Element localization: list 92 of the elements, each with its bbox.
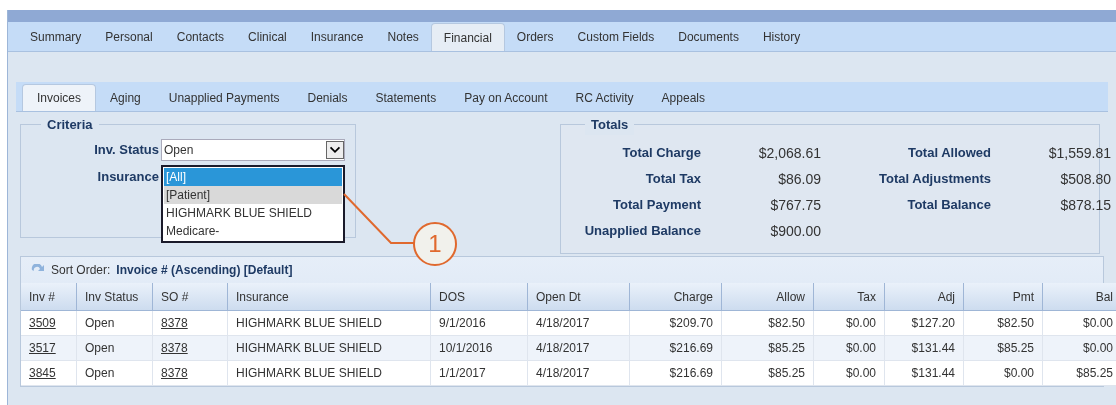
- main-tab[interactable]: Personal: [93, 23, 165, 51]
- table-cell: $0.00: [814, 336, 885, 361]
- column-header[interactable]: Charge: [630, 283, 722, 311]
- table-cell: HIGHMARK BLUE SHIELD: [228, 361, 431, 386]
- sort-value: Invoice # (Ascending) [Default]: [116, 262, 293, 279]
- table-cell: $216.69: [630, 336, 722, 361]
- table-cell: 4/18/2017: [528, 336, 630, 361]
- table-cell: 4/18/2017: [528, 361, 630, 386]
- total-value: $86.09: [777, 170, 821, 189]
- total-value: $878.15: [1059, 196, 1111, 215]
- dropdown-option[interactable]: [Patient]: [164, 186, 342, 204]
- main-tab[interactable]: Financial: [430, 23, 505, 51]
- table-cell: $82.50: [964, 311, 1043, 336]
- field-label: Inv. Status: [93, 141, 160, 160]
- table-cell: $85.25: [1043, 361, 1116, 386]
- inv-status-dropdown[interactable]: Open: [161, 139, 345, 161]
- table-cell[interactable]: 8378: [153, 361, 228, 386]
- main-tab[interactable]: Clinical: [236, 23, 299, 51]
- main-tab[interactable]: Insurance: [298, 23, 376, 51]
- table-cell: HIGHMARK BLUE SHIELD: [228, 311, 431, 336]
- dropdown-option[interactable]: HIGHMARK BLUE SHIELD: [164, 204, 342, 222]
- sub-tab[interactable]: Appeals: [647, 84, 719, 111]
- callout-badge: 1: [413, 222, 457, 266]
- main-tab[interactable]: Notes: [375, 23, 431, 51]
- main-tab[interactable]: Documents: [666, 23, 751, 51]
- column-header[interactable]: Adj: [885, 283, 964, 311]
- total-label: Total Adjustments: [878, 170, 991, 188]
- main-tab[interactable]: Contacts: [164, 23, 237, 51]
- table-cell[interactable]: 3845: [21, 361, 77, 386]
- sub-tab[interactable]: Unapplied Payments: [154, 84, 294, 111]
- table-cell: 1/1/2017: [431, 361, 528, 386]
- table-cell: 10/1/2016: [431, 336, 528, 361]
- column-header[interactable]: Open Dt: [528, 283, 630, 311]
- table-cell: $0.00: [814, 361, 885, 386]
- table-cell: $85.25: [964, 336, 1043, 361]
- table-cell: Open: [77, 361, 153, 386]
- total-label: Unapplied Balance: [583, 222, 701, 240]
- column-header[interactable]: Insurance: [228, 283, 431, 311]
- table-cell: $131.44: [885, 336, 964, 361]
- total-label: Total Allowed: [906, 144, 991, 162]
- sub-tab[interactable]: Statements: [361, 84, 451, 111]
- sub-tab[interactable]: Denials: [293, 84, 362, 111]
- total-value: $767.75: [769, 196, 821, 215]
- column-header[interactable]: Tax: [814, 283, 885, 311]
- sub-tab[interactable]: Invoices: [22, 84, 97, 111]
- table-cell: $0.00: [1043, 336, 1116, 361]
- table-cell[interactable]: 8378: [153, 311, 228, 336]
- sub-tab[interactable]: RC Activity: [561, 84, 648, 111]
- table-cell: $82.50: [722, 311, 814, 336]
- table-cell[interactable]: 8378: [153, 336, 228, 361]
- sub-tab[interactable]: Pay on Account: [450, 84, 562, 111]
- table-cell: $85.25: [722, 361, 814, 386]
- table-cell: HIGHMARK BLUE SHIELD: [228, 336, 431, 361]
- main-tab[interactable]: History: [750, 23, 813, 51]
- table-cell: 4/18/2017: [528, 311, 630, 336]
- total-value: $900.00: [769, 222, 821, 241]
- sub-tab[interactable]: Aging: [96, 84, 155, 111]
- table-cell: Open: [77, 311, 153, 336]
- main-tab[interactable]: Summary: [18, 23, 94, 51]
- column-header[interactable]: Inv Status: [77, 283, 153, 311]
- column-header[interactable]: SO #: [153, 283, 228, 311]
- table-cell: $0.00: [814, 311, 885, 336]
- dropdown-option[interactable]: Medicare-: [164, 222, 342, 240]
- table-cell: $209.70: [630, 311, 722, 336]
- table-cell: $85.25: [722, 336, 814, 361]
- chevron-down-icon: [326, 141, 344, 159]
- total-value: $508.80: [1059, 170, 1111, 189]
- sort-label: Sort Order:: [51, 262, 111, 279]
- table-cell: $0.00: [964, 361, 1043, 386]
- table-cell: 9/1/2016: [431, 311, 528, 336]
- column-header[interactable]: Allow: [722, 283, 814, 311]
- table-cell: $0.00: [1043, 311, 1116, 336]
- table-cell: $131.44: [885, 361, 964, 386]
- column-header[interactable]: Bal: [1043, 283, 1116, 311]
- main-tab[interactable]: Orders: [504, 23, 566, 51]
- total-label: Total Payment: [612, 196, 701, 214]
- table-cell: $216.69: [630, 361, 722, 386]
- column-header[interactable]: DOS: [431, 283, 528, 311]
- leader-line: [343, 193, 415, 245]
- total-value: $2,068.61: [757, 144, 821, 163]
- total-value: $1,559.81: [1047, 144, 1111, 163]
- table-cell: $127.20: [885, 311, 964, 336]
- table-cell[interactable]: 3517: [21, 336, 77, 361]
- field-label: Insurance: [96, 168, 160, 186]
- total-label: Total Balance: [906, 196, 991, 214]
- table-cell[interactable]: 3509: [21, 311, 77, 336]
- main-tab[interactable]: Custom Fields: [565, 23, 667, 51]
- column-header[interactable]: Inv #: [21, 283, 77, 311]
- total-label: Total Charge: [621, 144, 701, 162]
- table-cell: Open: [77, 336, 153, 361]
- column-header[interactable]: Pmt: [964, 283, 1043, 311]
- total-label: Total Tax: [644, 170, 701, 188]
